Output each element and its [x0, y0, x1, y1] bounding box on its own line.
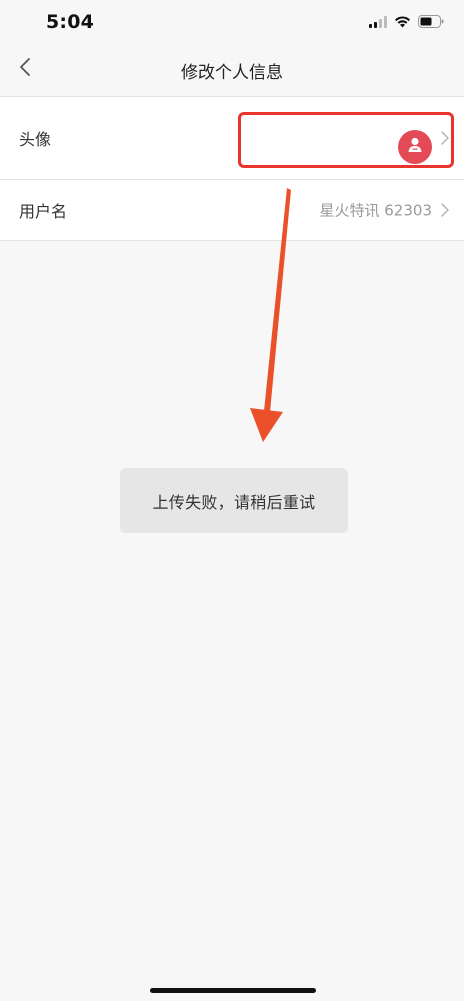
avatar-row-label: 头像: [19, 130, 52, 149]
toast-message: 上传失败，请稍后重试: [152, 492, 316, 512]
username-value: 星火特讯 62303: [319, 201, 433, 220]
cellular-signal-icon: [369, 13, 387, 32]
nav-bar: 修改个人信息: [0, 44, 464, 97]
status-bar: 5:04: [0, 0, 464, 44]
chevron-right-icon: [440, 202, 450, 218]
avatar-row[interactable]: 头像: [0, 97, 464, 180]
status-icons: [369, 13, 444, 32]
chevron-right-icon: [440, 130, 450, 146]
username-row-label: 用户名: [19, 202, 68, 221]
home-indicator: [150, 988, 316, 993]
user-icon: [406, 136, 424, 158]
page-title: 修改个人信息: [181, 63, 283, 83]
avatar[interactable]: [398, 130, 432, 164]
battery-icon: [418, 13, 444, 32]
status-time: 5:04: [46, 11, 95, 33]
username-row[interactable]: 用户名 星火特讯 62303: [0, 180, 464, 241]
toast: 上传失败，请稍后重试: [120, 468, 348, 533]
wifi-icon: [394, 13, 411, 32]
